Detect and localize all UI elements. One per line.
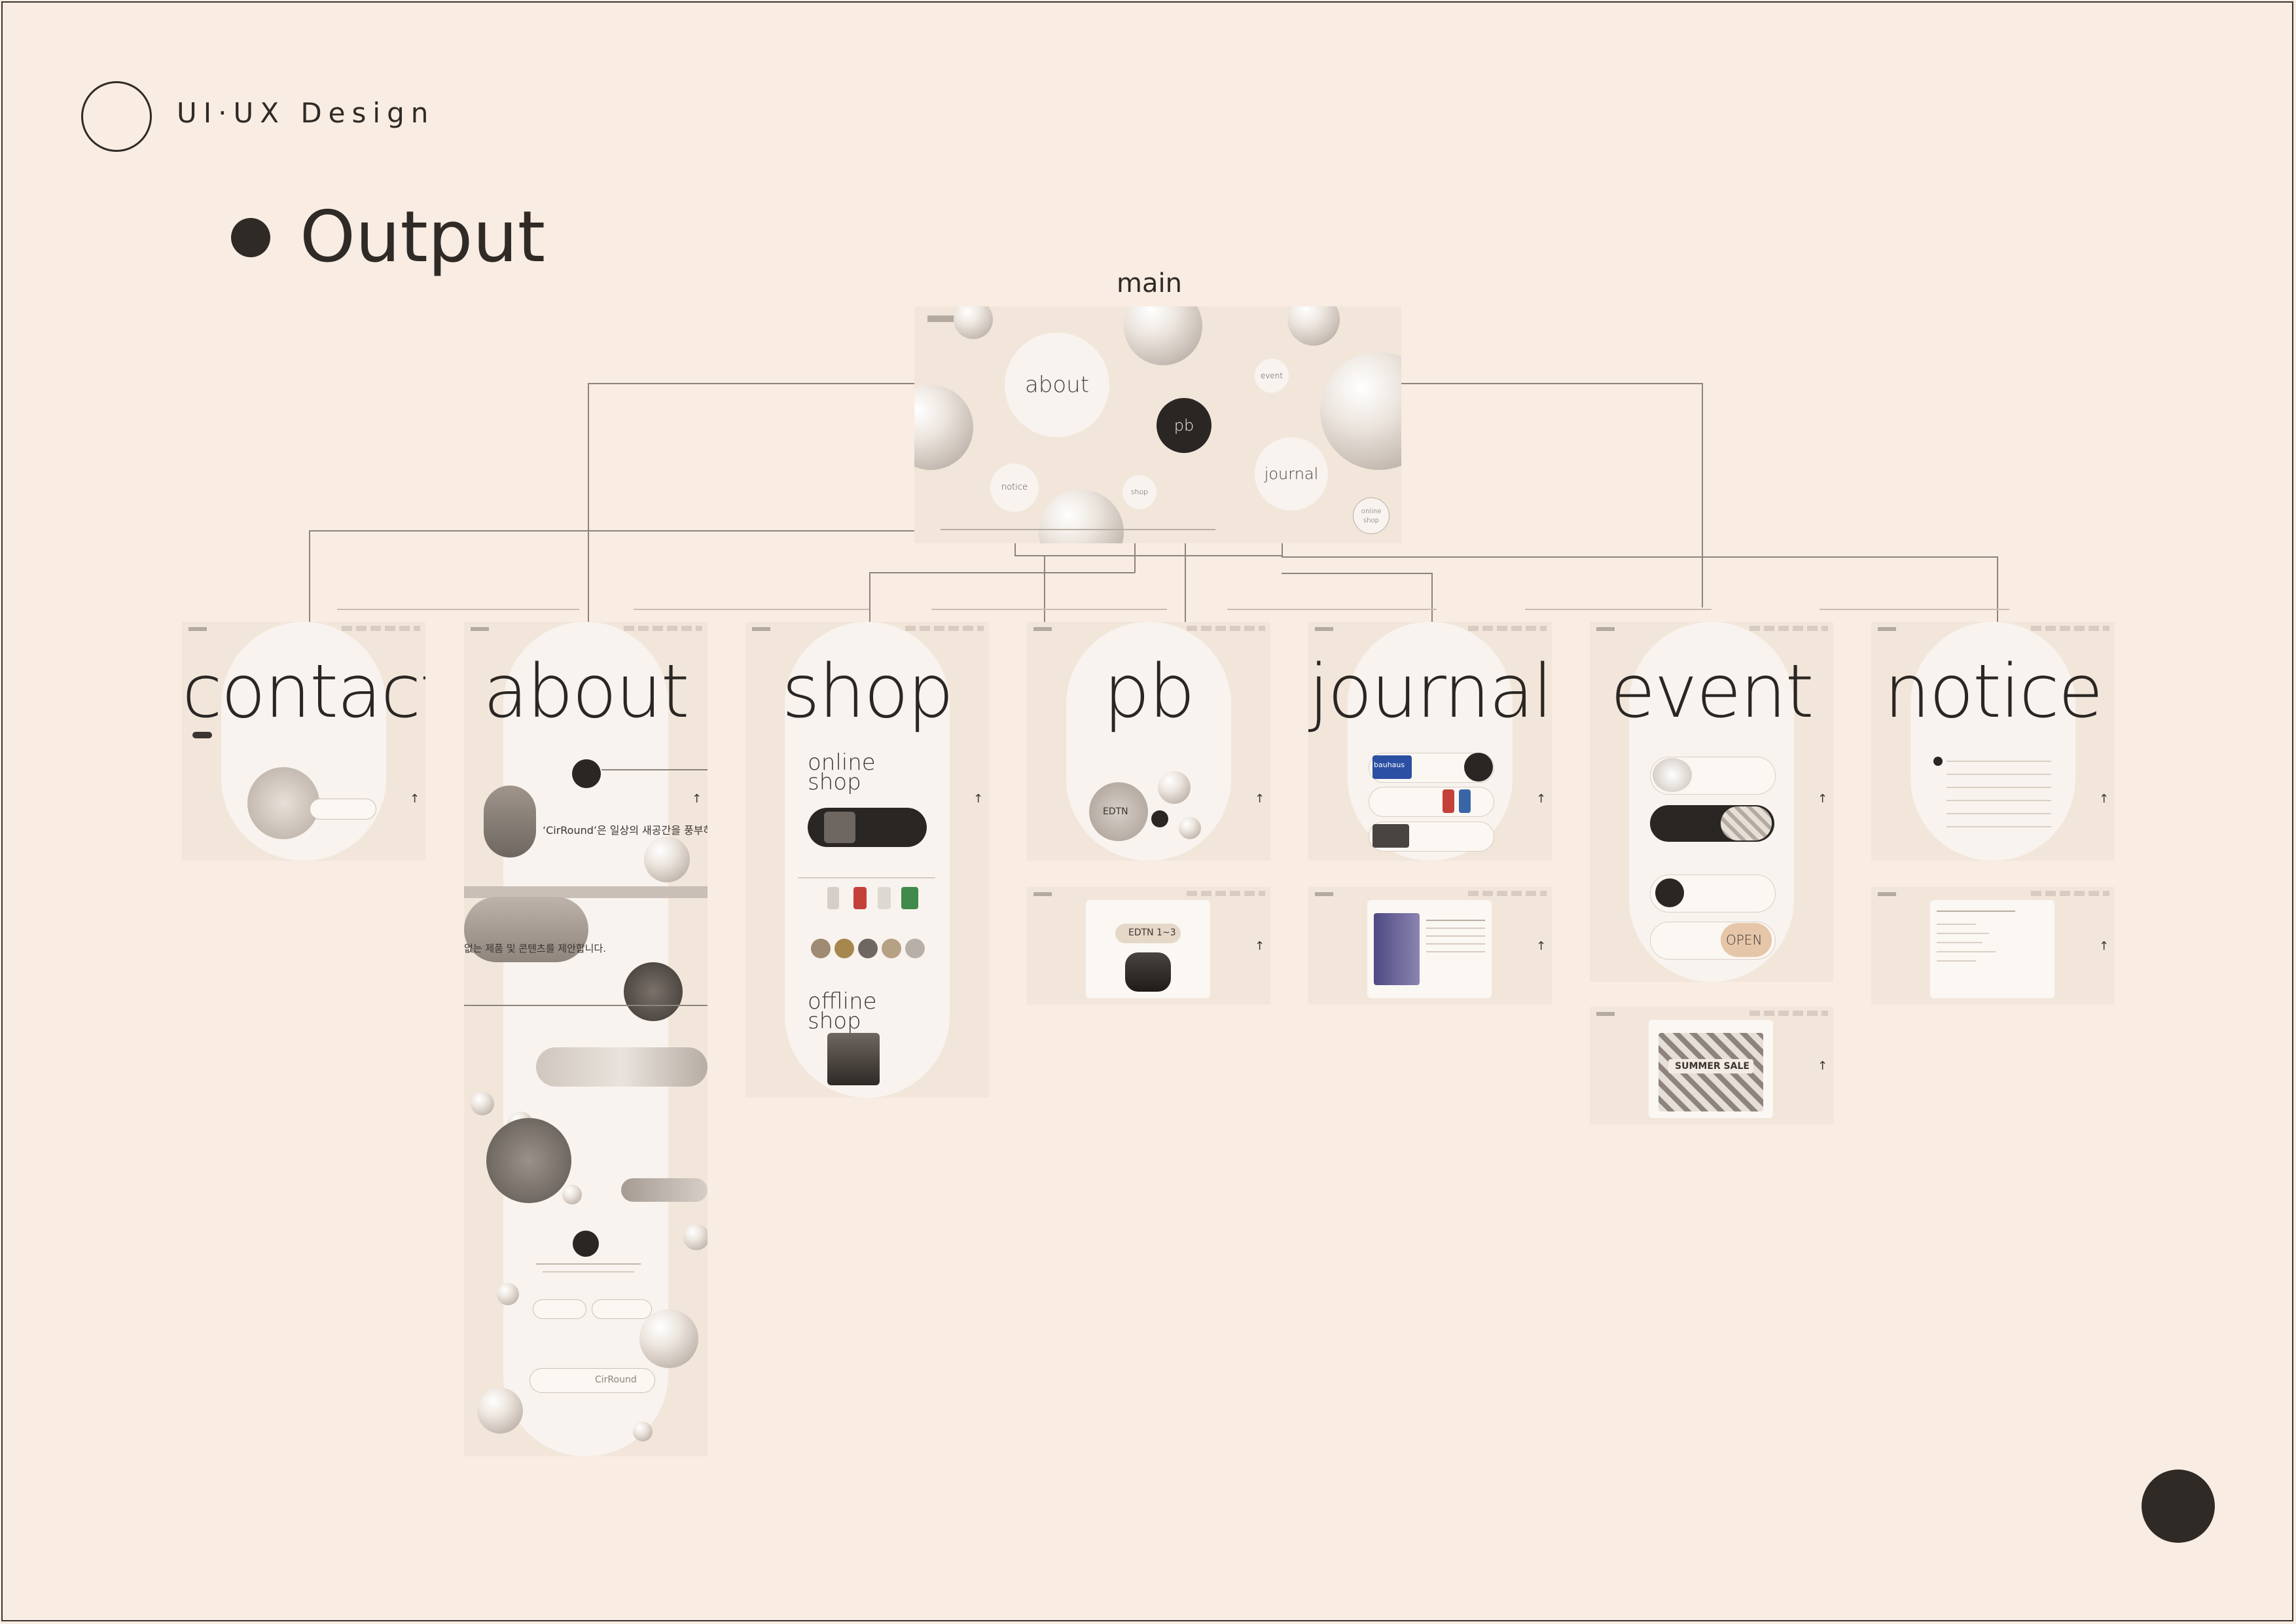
offline-shop-label: offline shop (808, 988, 877, 1034)
scroll-up-icon[interactable]: ↑ (2099, 939, 2109, 953)
main-menu-notice[interactable]: notice (990, 463, 1039, 512)
scroll-up-icon[interactable]: ↑ (1818, 792, 1827, 806)
pb-edtn-label: EDTN (1103, 806, 1128, 817)
main-caption: main (1117, 268, 1182, 298)
scroll-up-icon[interactable]: ↑ (1818, 1059, 1827, 1073)
shop-page-title: shop (781, 649, 954, 734)
scroll-up-icon[interactable]: ↑ (410, 792, 420, 806)
journal-page-thumbnail[interactable]: journal bauhaus ↑ (1308, 622, 1552, 861)
online-shop-label: online shop (808, 749, 876, 795)
event-page-thumbnail[interactable]: event OPEN ↑ (1590, 622, 1833, 982)
about-intro-text-2: 없는 제품 및 콘텐츠를 제안합니다. (464, 943, 607, 954)
main-screen-thumbnail[interactable]: about pb journal event notice shop onlin… (914, 306, 1401, 543)
notice-detail-thumbnail[interactable]: ↑ (1871, 887, 2115, 1005)
pb-detail-thumbnail[interactable]: EDTN 1~3 ↑ (1027, 887, 1270, 1005)
contact-page-title: contact (182, 649, 425, 734)
main-menu-about[interactable]: about (1005, 333, 1109, 437)
main-menu-pb[interactable]: pb (1157, 398, 1211, 453)
scroll-up-icon[interactable]: ↑ (1255, 939, 1265, 953)
about-intro-text: ‘CirRound’은 일상의 새공간을 풍부하게 표현 (543, 824, 708, 837)
title-bullet-icon (231, 218, 270, 257)
journal-page-title: journal (1308, 649, 1552, 734)
scroll-up-icon[interactable]: ↑ (1255, 792, 1265, 806)
scroll-up-icon[interactable]: ↑ (692, 792, 702, 806)
pb-page-title: pb (1103, 649, 1195, 734)
main-online-shop-badge[interactable]: online shop (1353, 497, 1390, 534)
pb-edtn-range-label: EDTN 1~3 (1128, 928, 1176, 938)
notice-page-thumbnail[interactable]: notice ↑ (1871, 622, 2115, 861)
shop-page-thumbnail[interactable]: shop online shop offline shop ↑ (745, 622, 989, 1098)
event-open-label: OPEN (1726, 932, 1763, 948)
contact-page-thumbnail[interactable]: contact ↑ (182, 622, 425, 861)
about-brand-name: CirRound (595, 1375, 637, 1385)
scroll-up-icon[interactable]: ↑ (1536, 792, 1546, 806)
section-brand: UI·UX Design (177, 97, 435, 129)
event-sale-label: SUMMER SALE (1675, 1061, 1749, 1072)
pb-page-thumbnail[interactable]: pb EDTN ↑ (1027, 622, 1270, 861)
about-page-title: about (483, 649, 689, 734)
main-menu-event[interactable]: event (1255, 359, 1289, 393)
main-menu-shop[interactable]: shop (1122, 475, 1157, 509)
scroll-up-icon[interactable]: ↑ (973, 792, 983, 806)
about-page-thumbnail[interactable]: about ‘CirRound’은 일상의 새공간을 풍부하게 표현 없는 제품… (464, 622, 708, 1456)
journal-detail-thumbnail[interactable]: ↑ (1308, 887, 1552, 1005)
scroll-up-icon[interactable]: ↑ (2099, 792, 2109, 806)
logo-circle-icon (81, 81, 152, 152)
event-page-title: event (1610, 649, 1814, 734)
scroll-up-icon[interactable]: ↑ (1536, 939, 1546, 953)
notice-page-title: notice (1884, 649, 2103, 734)
page-title: Output (300, 196, 546, 278)
journal-brand-label: bauhaus (1374, 761, 1405, 769)
main-menu-journal[interactable]: journal (1255, 437, 1328, 511)
corner-dot-icon (2142, 1470, 2215, 1543)
event-detail-thumbnail[interactable]: SUMMER SALE ↑ (1590, 1007, 1833, 1125)
